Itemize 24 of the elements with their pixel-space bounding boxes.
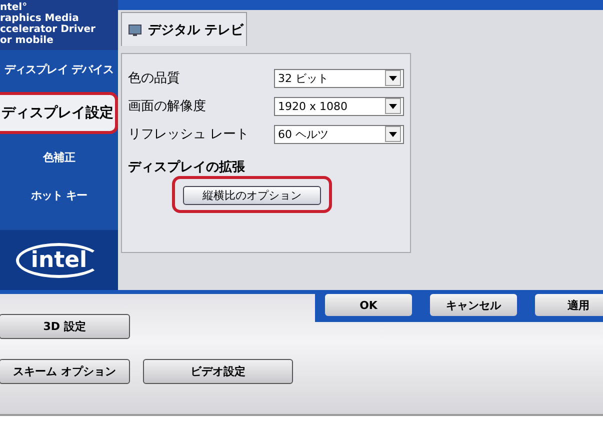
setting-label: 画面の解像度 xyxy=(128,98,206,115)
settings-button[interactable]: スキーム オプション xyxy=(0,359,130,384)
sidebar-item[interactable]: ホット キー xyxy=(0,176,118,214)
dropdown[interactable]: 1920 x 1080 xyxy=(274,96,404,116)
dropdown[interactable]: 32 ビット xyxy=(274,68,404,88)
options-button[interactable]: 縦横比のオプション xyxy=(183,186,321,205)
settings-button[interactable]: 3D 設定 xyxy=(0,314,130,339)
caret-icon xyxy=(385,126,401,142)
settings-button[interactable]: ビデオ設定 xyxy=(143,359,293,384)
dropdown[interactable]: 60 ヘルツ xyxy=(274,124,404,144)
monitor-icon xyxy=(128,22,142,36)
sidebar-item[interactable]: ディスプレイ設定 xyxy=(0,92,118,134)
dialog-button[interactable]: キャンセル xyxy=(430,294,517,316)
caret-icon xyxy=(385,98,401,114)
setting-label: 色の品質 xyxy=(128,70,180,87)
sidebar-item[interactable]: ディスプレイ デバイス xyxy=(0,50,118,88)
product-title: ntel° raphics Media ccelerator Driver or mobile xyxy=(0,0,118,50)
dialog-button[interactable]: OK xyxy=(325,294,412,316)
dialog-button[interactable]: 適用 xyxy=(535,294,603,316)
caret-icon xyxy=(385,70,401,86)
setting-label: リフレッシュ レート xyxy=(128,126,250,143)
section-heading: ディスプレイの拡張 xyxy=(128,158,246,176)
tab[interactable]: デジタル テレビ xyxy=(121,12,247,46)
sidebar-item[interactable]: 色補正 xyxy=(0,138,118,176)
